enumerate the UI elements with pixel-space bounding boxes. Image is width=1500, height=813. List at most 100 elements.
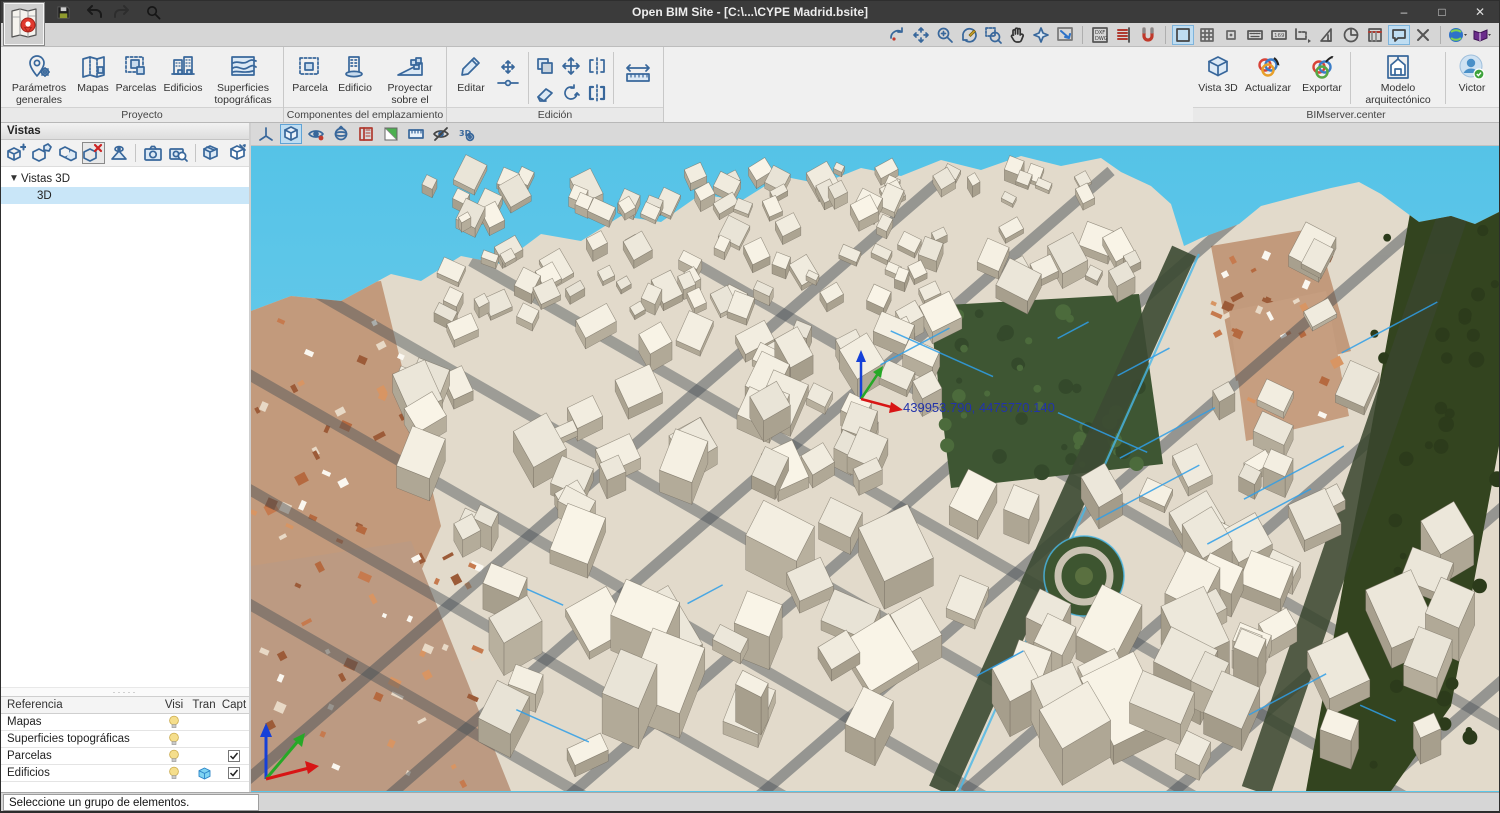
parcelas-button[interactable]: Parcelas <box>114 49 158 95</box>
redraw-icon[interactable] <box>958 25 980 45</box>
reference-table-row[interactable]: Edificios <box>1 765 249 782</box>
undo-button[interactable] <box>83 3 103 21</box>
reference-table-row[interactable]: Parcelas <box>1 748 249 765</box>
modelo-arquitectonico-button[interactable]: Modelo arquitectónico <box>1355 49 1441 106</box>
edit-pencil-icon <box>458 52 484 82</box>
capture-checkbox[interactable] <box>228 767 240 779</box>
delete-view-button[interactable] <box>82 142 105 164</box>
background-toggle-icon[interactable] <box>380 124 402 144</box>
section-view-button[interactable] <box>226 142 249 164</box>
shaded-view-icon[interactable] <box>280 124 302 144</box>
export-rings-icon <box>1308 52 1336 82</box>
architectural-model-icon <box>1385 52 1411 82</box>
zoom-extents-icon[interactable] <box>910 25 932 45</box>
snap-magnet-icon[interactable] <box>1137 25 1159 45</box>
exportar-button[interactable]: Exportar <box>1298 49 1346 95</box>
copy-button[interactable] <box>533 54 557 78</box>
update-rings-icon <box>1254 52 1282 82</box>
clipping-icon[interactable] <box>1292 25 1314 45</box>
visible-bulb-icon[interactable] <box>168 715 180 729</box>
dxf-dwg-icon[interactable]: DXFDWG <box>1089 25 1111 45</box>
transparent-cube-icon[interactable] <box>198 767 211 780</box>
status-bar: Seleccione un grupo de elementos. <box>1 792 1499 813</box>
section-planes-icon[interactable] <box>355 124 377 144</box>
actualizar-button[interactable]: Actualizar <box>1240 49 1296 95</box>
superficies-topograficas-button[interactable]: Superficies topográficas <box>208 49 278 106</box>
chevron-down-icon[interactable]: ▼ <box>9 173 21 184</box>
keyboard-icon[interactable] <box>1244 25 1266 45</box>
edit-nodes-icon <box>495 52 521 96</box>
coordinates-display-icon[interactable]: 169 <box>1268 25 1290 45</box>
help-book-icon[interactable] <box>1471 25 1493 45</box>
angle-snap-icon[interactable] <box>1340 25 1362 45</box>
erase-button[interactable] <box>533 81 557 105</box>
new-view-button[interactable] <box>5 142 28 164</box>
panel-splitter-handle[interactable]: ····· <box>1 687 249 696</box>
city-3d-scene[interactable]: 439953.790, 4475770.140 <box>251 146 1499 791</box>
quick-access-toolbar <box>53 3 163 21</box>
hide-elements-icon[interactable] <box>430 124 452 144</box>
previous-view-icon[interactable] <box>1054 25 1076 45</box>
mapas-button[interactable]: Mapas <box>74 49 112 95</box>
orbit-gimbal-icon[interactable] <box>330 124 352 144</box>
parcela-button[interactable]: Parcela <box>289 49 331 95</box>
maximize-button[interactable]: □ <box>1423 1 1461 23</box>
viewport-3d[interactable]: 3D 439953.790, 4475770.140 <box>251 123 1499 792</box>
language-globe-icon[interactable] <box>1447 25 1469 45</box>
annotation-icon[interactable] <box>1388 25 1410 45</box>
rotate-button[interactable] <box>559 81 583 105</box>
toolbar-separator <box>1165 26 1166 44</box>
edificios-button[interactable]: Edificios <box>160 49 206 95</box>
measure-grid-icon[interactable] <box>405 124 427 144</box>
duplicate-view-button[interactable] <box>56 142 79 164</box>
editar-button[interactable]: Editar <box>452 49 490 95</box>
reference-table-row[interactable]: Superficies topográficas <box>1 731 249 748</box>
mirror-copy-button[interactable] <box>585 54 609 78</box>
3d-settings-icon[interactable]: 3D <box>455 124 477 144</box>
axes-icon[interactable] <box>255 124 277 144</box>
user-account-button[interactable]: Victor <box>1450 49 1494 95</box>
edificio-button[interactable]: Edificio <box>333 49 377 95</box>
zoom-window-icon[interactable] <box>982 25 1004 45</box>
grid-icon[interactable] <box>1196 25 1218 45</box>
perspective-view-button[interactable] <box>108 142 131 164</box>
move-button[interactable] <box>559 54 583 78</box>
zoom-icon[interactable] <box>934 25 956 45</box>
redo-button[interactable] <box>113 3 133 21</box>
window-title: Open BIM Site - [C:\...\CYPE Madrid.bsit… <box>1 5 1499 19</box>
tree-item-vistas-3d[interactable]: ▼ Vistas 3D <box>1 170 249 187</box>
capture-checkbox[interactable] <box>228 750 240 762</box>
orbit-icon[interactable] <box>886 25 908 45</box>
save-button[interactable] <box>53 3 73 21</box>
close-button[interactable]: ✕ <box>1461 1 1499 23</box>
ribbon-group-proyecto: Parámetros generales Mapas Parcelas Edif… <box>1 47 284 122</box>
minimize-button[interactable]: – <box>1385 1 1423 23</box>
snapshot-zoom-button[interactable] <box>167 142 190 164</box>
app-logo[interactable] <box>4 3 44 45</box>
vista-3d-button[interactable]: Vista 3D <box>1198 49 1238 95</box>
layer-templates-icon[interactable] <box>1113 25 1135 45</box>
selection-window-icon[interactable] <box>1172 25 1194 45</box>
cut-icon[interactable] <box>1412 25 1434 45</box>
snapshot-button[interactable] <box>141 142 164 164</box>
visible-bulb-icon[interactable] <box>168 749 180 763</box>
section-box-button[interactable] <box>201 142 224 164</box>
visible-bulb-icon[interactable] <box>168 732 180 746</box>
edit-view-button[interactable] <box>31 142 54 164</box>
visibility-options-icon[interactable] <box>305 124 327 144</box>
pan-icon[interactable] <box>1006 25 1028 45</box>
mirror-move-button[interactable] <box>585 81 609 105</box>
edit-nodes-button[interactable] <box>492 49 524 96</box>
parametros-generales-button[interactable]: Parámetros generales <box>6 49 72 106</box>
snap-point-icon[interactable] <box>1220 25 1242 45</box>
search-button[interactable] <box>143 3 163 21</box>
measure-button[interactable] <box>618 49 658 96</box>
toolbar-separator <box>195 144 196 162</box>
title-bar[interactable]: Open BIM Site - [C:\...\CYPE Madrid.bsit… <box>1 1 1499 23</box>
reference-table-row[interactable]: Mapas <box>1 714 249 731</box>
visible-bulb-icon[interactable] <box>168 766 180 780</box>
grid-settings-icon[interactable] <box>1364 25 1386 45</box>
tree-item-3d-selected[interactable]: 3D <box>1 187 249 204</box>
ortho-icon[interactable] <box>1316 25 1338 45</box>
center-view-icon[interactable] <box>1030 25 1052 45</box>
